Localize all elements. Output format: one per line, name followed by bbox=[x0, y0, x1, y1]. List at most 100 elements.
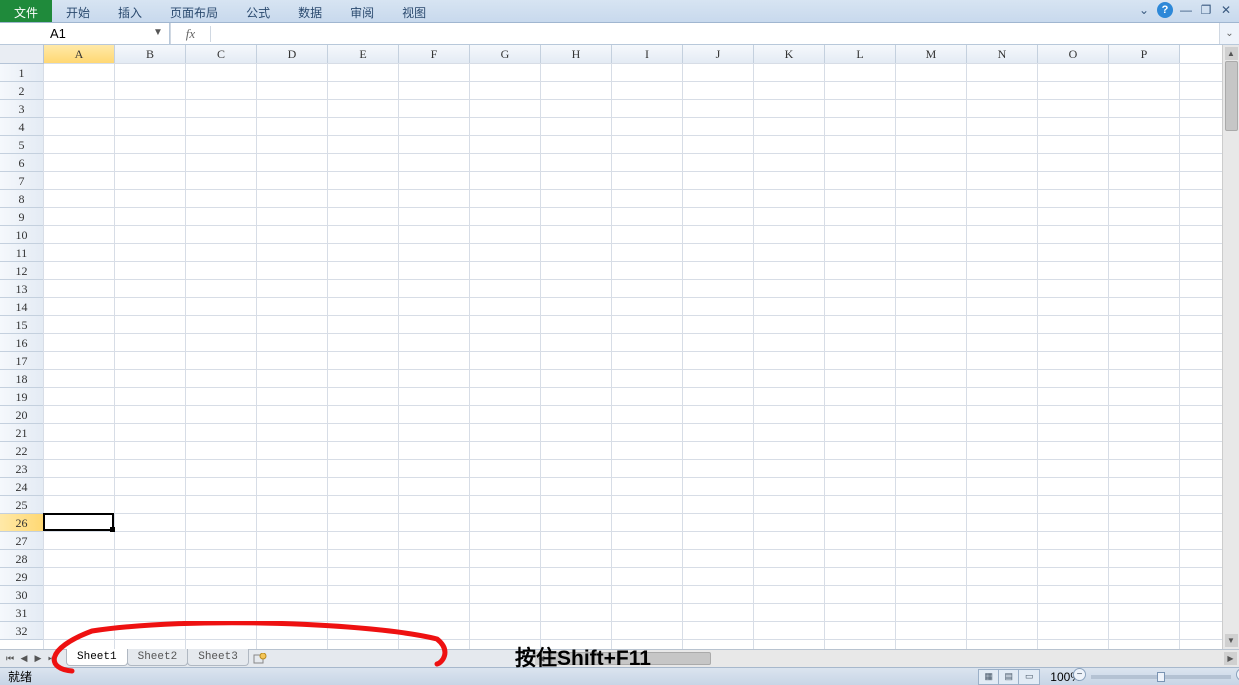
row-header-5[interactable]: 5 bbox=[0, 136, 44, 154]
row-header-19[interactable]: 19 bbox=[0, 388, 44, 406]
sheet-tab-sheet1[interactable]: Sheet1 bbox=[66, 649, 128, 666]
formula-expand-icon[interactable]: ⌄ bbox=[1219, 23, 1239, 44]
row-header-27[interactable]: 27 bbox=[0, 532, 44, 550]
col-header-G[interactable]: G bbox=[470, 45, 541, 64]
col-header-F[interactable]: F bbox=[399, 45, 470, 64]
row-header-14[interactable]: 14 bbox=[0, 298, 44, 316]
row-header-20[interactable]: 20 bbox=[0, 406, 44, 424]
ribbon-minimize-icon[interactable]: ⌄ bbox=[1137, 3, 1151, 17]
horizontal-scrollbar[interactable]: ◀ ▶ bbox=[532, 650, 1239, 667]
row-header-23[interactable]: 23 bbox=[0, 460, 44, 478]
row-header-13[interactable]: 13 bbox=[0, 280, 44, 298]
window-restore-icon[interactable]: ❐ bbox=[1199, 3, 1213, 17]
col-header-A[interactable]: A bbox=[44, 45, 115, 64]
ribbon-tab-review[interactable]: 审阅 bbox=[336, 0, 388, 22]
ribbon-tab-file[interactable]: 文件 bbox=[0, 0, 52, 22]
col-header-C[interactable]: C bbox=[186, 45, 257, 64]
row-header-11[interactable]: 11 bbox=[0, 244, 44, 262]
row-header-26[interactable]: 26 bbox=[0, 514, 44, 532]
row-header-2[interactable]: 2 bbox=[0, 82, 44, 100]
zoom-slider[interactable]: − + bbox=[1091, 675, 1231, 679]
sheet-nav-prev-icon[interactable]: ◀ bbox=[17, 652, 31, 666]
scroll-up-icon[interactable]: ▲ bbox=[1225, 47, 1238, 60]
col-header-O[interactable]: O bbox=[1038, 45, 1109, 64]
row-header-30[interactable]: 30 bbox=[0, 586, 44, 604]
sheet-nav-last-icon[interactable]: ⏭ bbox=[45, 652, 59, 666]
window-minimize-icon[interactable]: — bbox=[1179, 3, 1193, 17]
vscroll-thumb[interactable] bbox=[1225, 61, 1238, 131]
zoom-knob[interactable] bbox=[1157, 672, 1165, 682]
row-header-1[interactable]: 1 bbox=[0, 64, 44, 82]
ribbon-tab-insert[interactable]: 插入 bbox=[104, 0, 156, 22]
active-cell-outline bbox=[43, 513, 114, 531]
window-close-icon[interactable]: ✕ bbox=[1219, 3, 1233, 17]
scroll-right-icon[interactable]: ▶ bbox=[1224, 652, 1237, 665]
row-header-24[interactable]: 24 bbox=[0, 478, 44, 496]
hscroll-thumb[interactable] bbox=[551, 652, 711, 665]
row-header-4[interactable]: 4 bbox=[0, 118, 44, 136]
fx-label[interactable]: fx bbox=[171, 26, 211, 42]
row-header-18[interactable]: 18 bbox=[0, 370, 44, 388]
row-header-21[interactable]: 21 bbox=[0, 424, 44, 442]
col-header-D[interactable]: D bbox=[257, 45, 328, 64]
vertical-scrollbar[interactable]: ▲ ▼ bbox=[1222, 45, 1239, 649]
ribbon-tab-layout[interactable]: 页面布局 bbox=[156, 0, 232, 22]
row-header-9[interactable]: 9 bbox=[0, 208, 44, 226]
col-header-K[interactable]: K bbox=[754, 45, 825, 64]
row-header-25[interactable]: 25 bbox=[0, 496, 44, 514]
row-header-29[interactable]: 29 bbox=[0, 568, 44, 586]
new-sheet-icon bbox=[253, 653, 267, 665]
ribbon-menu: 文件 开始 插入 页面布局 公式 数据 审阅 视图 ⌄ ? — ❐ ✕ bbox=[0, 0, 1239, 23]
col-header-M[interactable]: M bbox=[896, 45, 967, 64]
ribbon-tab-formula[interactable]: 公式 bbox=[232, 0, 284, 22]
sheet-tab-sheet2[interactable]: Sheet2 bbox=[127, 649, 189, 666]
help-icon[interactable]: ? bbox=[1157, 2, 1173, 18]
status-bar: 就绪 ▦ ▤ ▭ 100% − + bbox=[0, 667, 1239, 685]
row-header-3[interactable]: 3 bbox=[0, 100, 44, 118]
view-normal-icon[interactable]: ▦ bbox=[979, 670, 999, 684]
row-header-6[interactable]: 6 bbox=[0, 154, 44, 172]
col-header-E[interactable]: E bbox=[328, 45, 399, 64]
ribbon-tab-data[interactable]: 数据 bbox=[284, 0, 336, 22]
col-header-N[interactable]: N bbox=[967, 45, 1038, 64]
row-header-8[interactable]: 8 bbox=[0, 190, 44, 208]
row-header-12[interactable]: 12 bbox=[0, 262, 44, 280]
view-pagebreak-icon[interactable]: ▭ bbox=[1019, 670, 1039, 684]
sheet-tab-sheet3[interactable]: Sheet3 bbox=[187, 649, 249, 666]
col-header-I[interactable]: I bbox=[612, 45, 683, 64]
name-box-value: A1 bbox=[50, 26, 66, 41]
sheet-nav-first-icon[interactable]: ⏮ bbox=[3, 652, 17, 666]
fill-handle[interactable] bbox=[110, 527, 115, 532]
spreadsheet-grid: ABCDEFGHIJKLMNOP 12345678910111213141516… bbox=[0, 45, 1239, 649]
row-header-7[interactable]: 7 bbox=[0, 172, 44, 190]
ribbon-tab-home[interactable]: 开始 bbox=[52, 0, 104, 22]
ribbon-tab-view[interactable]: 视图 bbox=[388, 0, 440, 22]
col-header-H[interactable]: H bbox=[541, 45, 612, 64]
sheet-tab-row: ⏮ ◀ ▶ ⏭ Sheet1Sheet2Sheet3 ◀ ▶ bbox=[0, 649, 1239, 667]
select-all-corner[interactable] bbox=[0, 45, 44, 64]
zoom-out-icon[interactable]: − bbox=[1073, 668, 1086, 681]
row-header-15[interactable]: 15 bbox=[0, 316, 44, 334]
sheet-nav-next-icon[interactable]: ▶ bbox=[31, 652, 45, 666]
scroll-left-icon[interactable]: ◀ bbox=[535, 652, 548, 665]
row-header-32[interactable]: 32 bbox=[0, 622, 44, 640]
col-header-P[interactable]: P bbox=[1109, 45, 1180, 64]
new-sheet-button[interactable] bbox=[248, 650, 272, 667]
col-header-J[interactable]: J bbox=[683, 45, 754, 64]
view-pagelayout-icon[interactable]: ▤ bbox=[999, 670, 1019, 684]
row-header-16[interactable]: 16 bbox=[0, 334, 44, 352]
row-header-22[interactable]: 22 bbox=[0, 442, 44, 460]
col-header-B[interactable]: B bbox=[115, 45, 186, 64]
col-header-L[interactable]: L bbox=[825, 45, 896, 64]
cells-area[interactable] bbox=[44, 64, 1222, 649]
name-box[interactable]: A1 ▼ bbox=[0, 23, 170, 44]
view-mode-buttons: ▦ ▤ ▭ bbox=[978, 669, 1040, 685]
row-header-10[interactable]: 10 bbox=[0, 226, 44, 244]
status-ready: 就绪 bbox=[8, 668, 32, 685]
row-header-17[interactable]: 17 bbox=[0, 352, 44, 370]
row-header-31[interactable]: 31 bbox=[0, 604, 44, 622]
row-header-28[interactable]: 28 bbox=[0, 550, 44, 568]
formula-input[interactable] bbox=[211, 23, 1219, 44]
scroll-down-icon[interactable]: ▼ bbox=[1225, 634, 1238, 647]
name-box-dropdown-icon[interactable]: ▼ bbox=[153, 27, 165, 39]
